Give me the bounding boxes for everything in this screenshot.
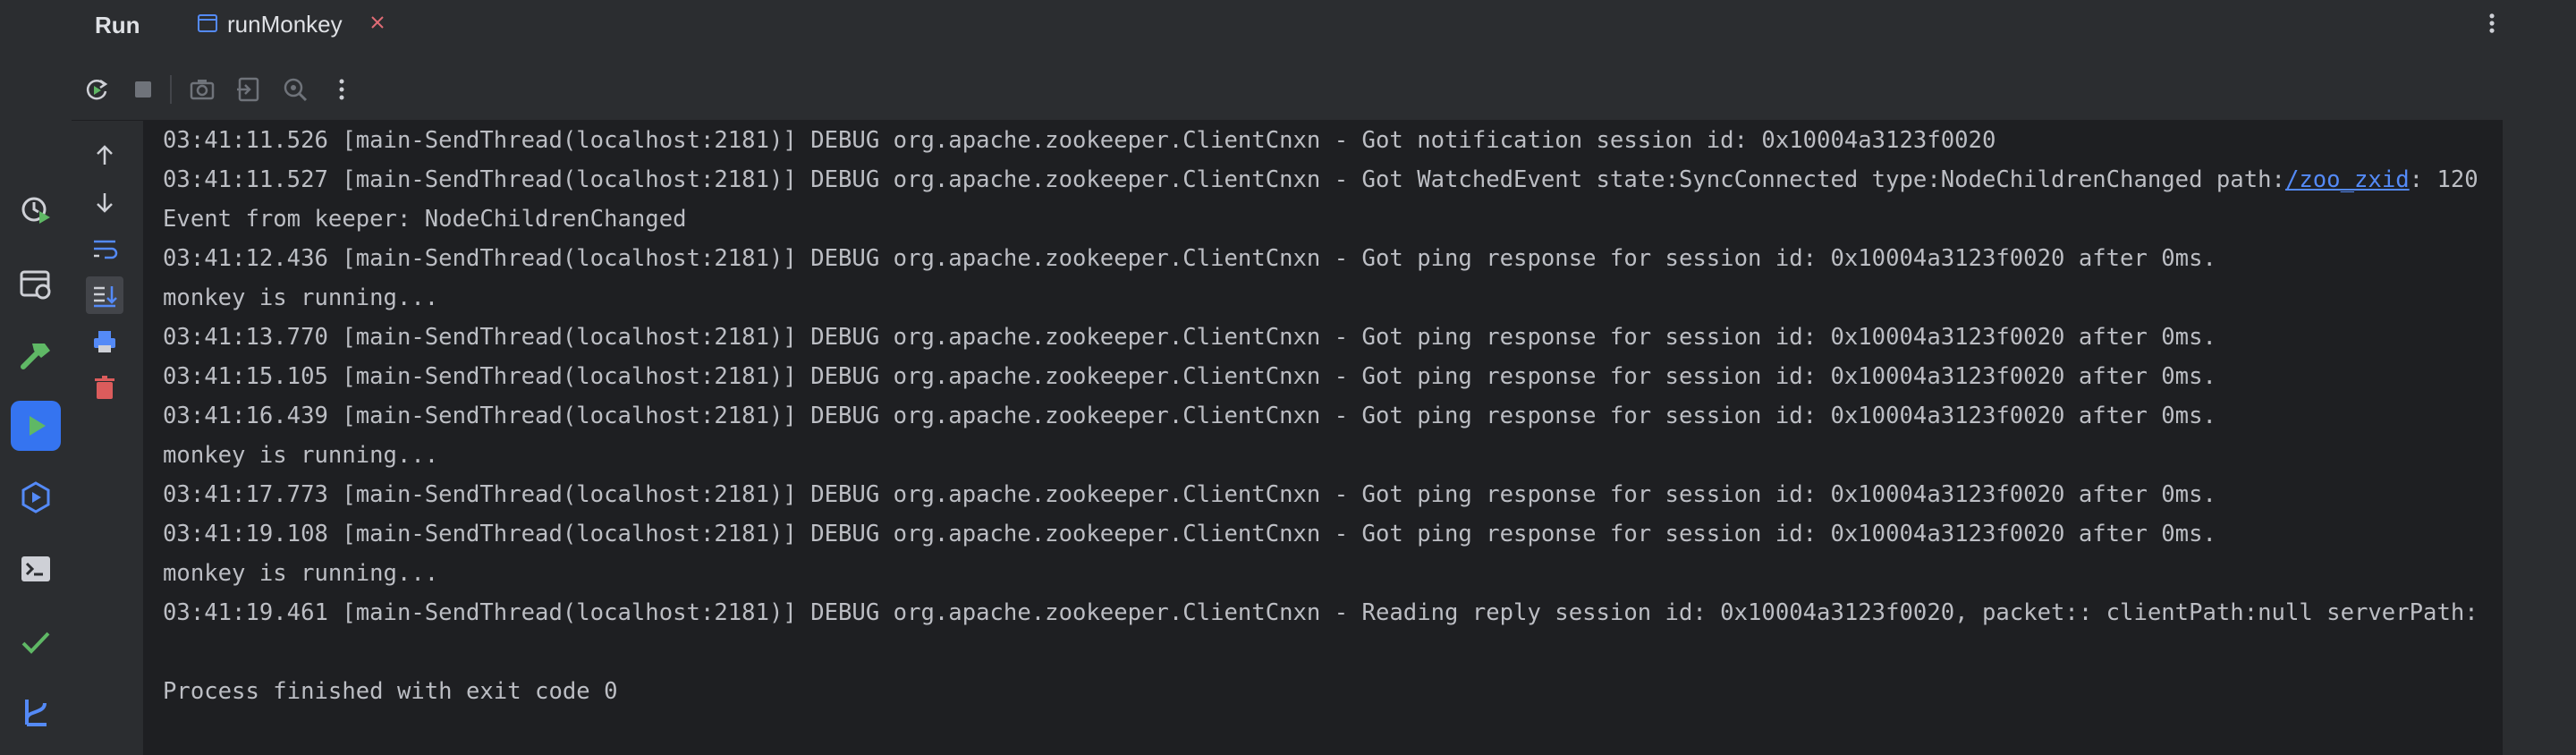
stop-icon[interactable] [125,72,161,107]
print-icon[interactable] [86,323,123,361]
console-output[interactable]: 03:41:11.526 [main-SendThread(localhost:… [163,121,2503,755]
console-panel: 03:41:11.526 [main-SendThread(localhost:… [72,121,2503,755]
zk-path-link[interactable]: /zoo_zxid [2285,166,2410,193]
right-panel-edge [2503,0,2576,755]
screenshot-icon[interactable] [184,72,220,107]
log-line: 03:41:15.105 [main-SendThread(localhost:… [163,363,2216,390]
export-icon[interactable] [231,72,267,107]
clear-all-icon[interactable] [86,369,123,407]
git-icon[interactable] [11,687,61,737]
console-gutter [72,121,143,755]
history-icon[interactable] [11,184,61,234]
log-line: 03:41:16.439 [main-SendThread(localhost:… [163,403,2216,429]
tab-run-monkey[interactable]: runMonkey [166,0,402,59]
log-text-suffix: : 120 [2409,166,2479,193]
build-icon[interactable] [11,331,61,381]
more-icon[interactable] [324,72,360,107]
log-line: 03:41:19.461 [main-SendThread(localhost:… [163,599,2479,626]
rerun-icon[interactable] [79,72,114,107]
log-line: Event from keeper: NodeChildrenChanged [163,206,687,233]
run-tool-window-header: Run runMonkey [72,0,2576,59]
up-arrow-icon[interactable] [86,137,123,174]
soft-wrap-icon[interactable] [86,230,123,267]
services-icon[interactable] [11,259,61,310]
tool-window-stripe [0,0,72,755]
terminal-icon[interactable] [11,544,61,594]
close-icon[interactable] [367,12,388,33]
settings-icon[interactable] [277,72,313,107]
log-line: 03:41:11.527 [main-SendThread(localhost:… [163,160,2479,199]
console-toolbar [72,59,2503,121]
tab-label: runMonkey [227,11,343,38]
toolbar-separator [170,75,172,104]
endpoints-icon[interactable] [11,472,61,522]
log-line: 03:41:19.108 [main-SendThread(localhost:… [163,521,2216,547]
tool-window-title: Run [95,12,140,38]
down-arrow-icon[interactable] [86,183,123,221]
process-exit-line: Process finished with exit code 0 [163,678,618,705]
log-line: 03:41:17.773 [main-SendThread(localhost:… [163,481,2216,508]
console-icon [198,14,217,32]
log-line: monkey is running... [163,560,439,587]
log-line: 03:41:11.526 [main-SendThread(localhost:… [163,127,1996,154]
log-line: monkey is running... [163,284,439,311]
problems-icon[interactable] [11,617,61,667]
run-icon[interactable] [11,401,61,451]
log-text: 03:41:11.527 [main-SendThread(localhost:… [163,166,2285,193]
log-line: 03:41:12.436 [main-SendThread(localhost:… [163,245,2216,272]
log-line: monkey is running... [163,442,439,469]
scroll-to-end-icon[interactable] [86,276,123,314]
log-line: 03:41:13.770 [main-SendThread(localhost:… [163,324,2216,351]
